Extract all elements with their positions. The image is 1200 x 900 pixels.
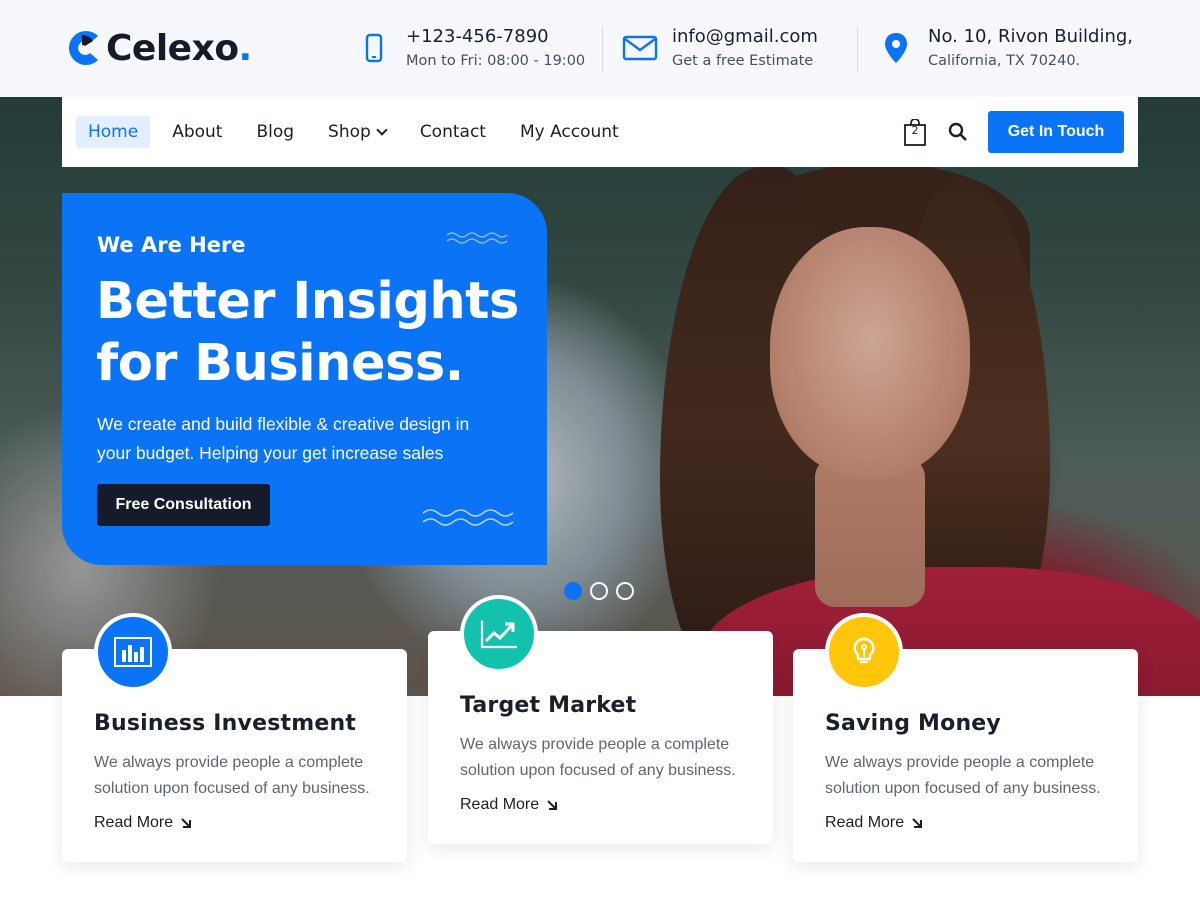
contact-email: info@gmail.com Get a free Estimate — [622, 24, 818, 72]
nav-home[interactable]: Home — [76, 116, 151, 148]
read-more-label: Read More — [460, 796, 540, 813]
feature-description: We always provide people a complete solu… — [94, 754, 370, 797]
wave-decoration-icon — [422, 509, 514, 526]
email-subtitle: Get a free Estimate — [672, 53, 814, 69]
feature-description: We always provide people a complete solu… — [825, 754, 1101, 797]
cart-count-badge: 2 — [911, 124, 919, 137]
nav-shop-label: Shop — [328, 122, 371, 142]
nav-blog[interactable]: Blog — [244, 116, 306, 148]
brand-logo[interactable]: Celexo. — [60, 26, 252, 70]
read-more-link[interactable]: Read More — [460, 796, 558, 814]
address-line-1: No. 10, Rivon Building, — [928, 26, 1133, 47]
feature-card-saving-money: Saving Money We always provide people a … — [793, 613, 1138, 862]
read-more-link[interactable]: Read More — [825, 814, 923, 832]
bar-chart-icon — [94, 613, 172, 691]
get-in-touch-button[interactable]: Get In Touch — [988, 111, 1124, 153]
divider — [602, 26, 603, 72]
hero-description: We create and build flexible & creative … — [97, 414, 470, 463]
contact-address: No. 10, Rivon Building, California, TX 7… — [878, 24, 1133, 72]
brand-name: Celexo. — [106, 27, 252, 69]
nav-shop[interactable]: Shop — [316, 116, 398, 148]
location-pin-icon — [878, 30, 914, 66]
slider-dot-2[interactable] — [590, 582, 608, 600]
address-line-2: California, TX 70240. — [928, 53, 1081, 69]
lightbulb-icon — [825, 613, 903, 691]
phone-icon — [356, 30, 392, 66]
slider-dot-3[interactable] — [616, 582, 634, 600]
feature-title: Target Market — [460, 693, 637, 718]
read-more-label: Read More — [825, 814, 905, 831]
nav-about[interactable]: About — [160, 116, 234, 148]
feature-title: Saving Money — [825, 711, 1001, 736]
nav-contact[interactable]: Contact — [408, 116, 498, 148]
arrow-down-right-icon — [912, 818, 923, 828]
top-header: Celexo. +123-456-7890 Mon to Fri: 08:00 … — [0, 0, 1200, 97]
wave-decoration-icon — [446, 232, 508, 244]
arrow-down-right-icon — [181, 818, 192, 828]
free-consultation-button[interactable]: Free Consultation — [97, 484, 270, 526]
feature-description: We always provide people a complete solu… — [460, 736, 736, 779]
feature-title: Business Investment — [94, 711, 357, 736]
search-icon[interactable] — [948, 122, 968, 142]
arrow-down-right-icon — [547, 800, 558, 810]
phone-hours: Mon to Fri: 08:00 - 19:00 — [406, 53, 586, 69]
contact-phone: +123-456-7890 Mon to Fri: 08:00 - 19:00 — [356, 24, 585, 72]
slider-dots — [564, 582, 642, 600]
logo-mark-icon — [68, 31, 98, 65]
hero-eyebrow: We Are Here — [97, 233, 246, 257]
mail-icon — [622, 30, 658, 66]
hero-card: We Are Here Better Insights for Business… — [62, 193, 547, 565]
nav-my-account[interactable]: My Account — [508, 116, 631, 148]
feature-card-target-market: Target Market We always provide people a… — [428, 595, 773, 844]
trending-up-icon — [460, 595, 538, 673]
email-address[interactable]: info@gmail.com — [672, 24, 818, 50]
read-more-link[interactable]: Read More — [94, 814, 192, 832]
phone-number[interactable]: +123-456-7890 — [406, 24, 585, 50]
chevron-down-icon — [376, 123, 388, 136]
cart-button[interactable]: 2 — [903, 118, 927, 146]
hero-title: Better Insights for Business. — [96, 272, 519, 393]
slider-dot-1[interactable] — [564, 582, 582, 600]
divider — [857, 26, 858, 72]
feature-card-business-investment: Business Investment We always provide pe… — [62, 613, 407, 862]
main-nav: Home About Blog Shop Contact My Account … — [62, 97, 1138, 167]
read-more-label: Read More — [94, 814, 174, 831]
